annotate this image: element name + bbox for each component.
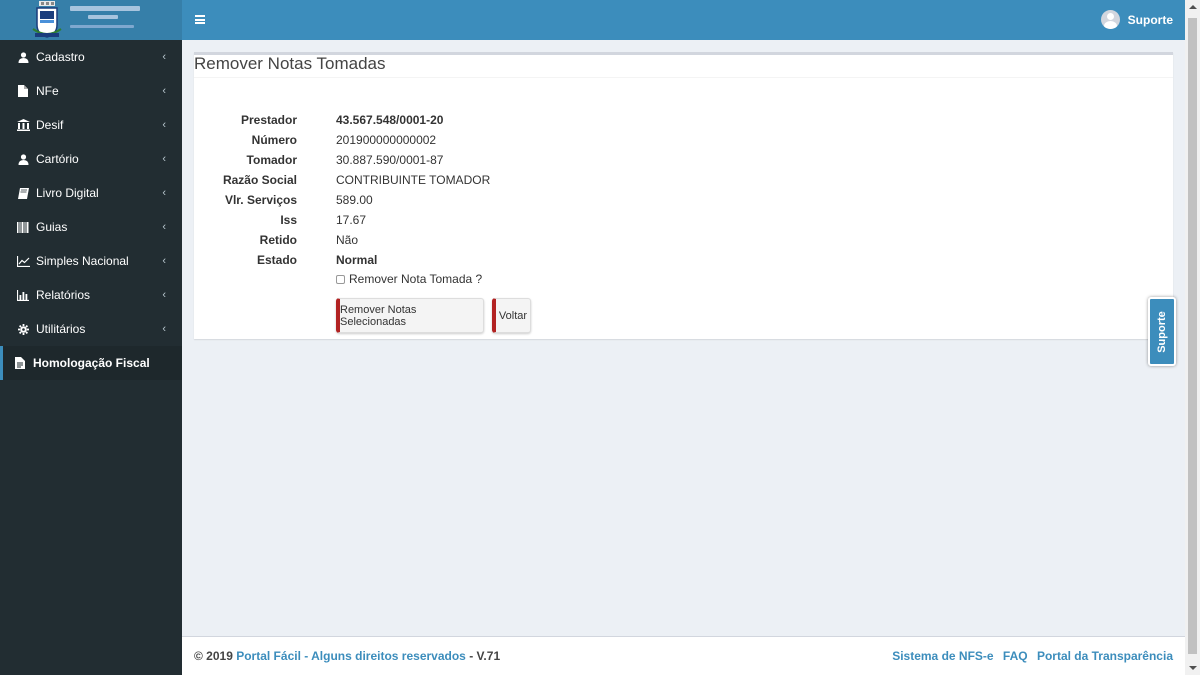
field-label: Número bbox=[251, 133, 297, 147]
field-value: 43.567.548/0001-20 bbox=[336, 113, 444, 127]
sidebar-menu: Cadastro ‹ NFe ‹ Desif ‹ Cartório ‹ Livr… bbox=[0, 40, 182, 380]
sidebar-item-relatorios[interactable]: Relatórios ‹ bbox=[0, 278, 182, 312]
gear-icon bbox=[16, 323, 30, 335]
chevron-left-icon: ‹ bbox=[162, 255, 166, 267]
scroll-thumb[interactable] bbox=[1188, 18, 1197, 654]
sidebar-item-utilitarios[interactable]: Utilitários ‹ bbox=[0, 312, 182, 346]
field-value: Normal bbox=[336, 253, 378, 267]
chevron-left-icon: ‹ bbox=[162, 221, 166, 233]
sidebar-item-label: Relatórios bbox=[36, 288, 91, 302]
support-tab-label: Suporte bbox=[1156, 310, 1168, 353]
field-label: Tomador bbox=[246, 153, 297, 167]
field-razao-social: Razão Social CONTRIBUINTE TOMADOR bbox=[194, 171, 794, 189]
scroll-down-icon[interactable] bbox=[1189, 666, 1197, 670]
footer-brand-link[interactable]: Portal Fácil - Alguns direitos reservado… bbox=[236, 649, 466, 663]
sidebar-item-nfe[interactable]: NFe ‹ bbox=[0, 74, 182, 108]
field-value: Não bbox=[336, 233, 359, 247]
content-box: Remover Notas Tomadas Prestador 43.567.5… bbox=[194, 52, 1173, 339]
field-estado: Estado Normal bbox=[194, 251, 794, 269]
field-value: 30.887.590/0001-87 bbox=[336, 153, 444, 167]
top-navbar: Suporte bbox=[182, 0, 1185, 40]
footer-link-faq[interactable]: FAQ bbox=[1003, 649, 1028, 663]
barcode-icon bbox=[16, 221, 30, 233]
user-icon bbox=[16, 51, 30, 63]
footer: © 2019 Portal Fácil - Alguns direitos re… bbox=[182, 636, 1185, 675]
sidebar-item-label: Guias bbox=[36, 220, 68, 234]
sidebar: Cadastro ‹ NFe ‹ Desif ‹ Cartório ‹ Livr… bbox=[0, 0, 182, 675]
sidebar-item-label: Livro Digital bbox=[36, 186, 99, 200]
city-crest-logo bbox=[32, 1, 62, 38]
logo-text bbox=[70, 6, 170, 28]
sidebar-item-desif[interactable]: Desif ‹ bbox=[0, 108, 182, 142]
sidebar-item-label: Cadastro bbox=[36, 50, 85, 64]
field-label: Vlr. Serviços bbox=[224, 193, 297, 207]
field-label: Estado bbox=[256, 253, 297, 267]
field-vlr-servicos: Vlr. Serviços 589.00 bbox=[194, 191, 794, 209]
user-menu[interactable]: Suporte bbox=[1100, 10, 1173, 29]
chevron-left-icon: ‹ bbox=[162, 323, 166, 335]
footer-link-sistema-nfse[interactable]: Sistema de NFS-e bbox=[892, 649, 993, 663]
field-value: 17.67 bbox=[336, 213, 367, 227]
chevron-left-icon: ‹ bbox=[162, 289, 166, 301]
sidebar-item-label: Homologação Fiscal bbox=[33, 356, 150, 370]
user-name: Suporte bbox=[1127, 12, 1173, 27]
remove-selected-button[interactable]: Remover Notas Selecionadas bbox=[336, 298, 484, 333]
vertical-scrollbar[interactable] bbox=[1185, 0, 1200, 675]
footer-version: V.71 bbox=[476, 649, 501, 663]
checkbox-label: Remover Nota Tomada ? bbox=[349, 272, 483, 286]
avatar bbox=[1100, 10, 1120, 29]
logo-area[interactable] bbox=[0, 0, 182, 40]
chevron-left-icon: ‹ bbox=[162, 153, 166, 165]
sidebar-toggle-icon[interactable] bbox=[195, 15, 205, 24]
sidebar-item-label: Utilitários bbox=[36, 322, 86, 336]
file-icon bbox=[16, 85, 30, 97]
line-chart-icon bbox=[16, 255, 30, 267]
field-retido: Retido Não bbox=[194, 231, 794, 249]
field-label: Retido bbox=[259, 233, 297, 247]
remove-nota-checkbox[interactable] bbox=[336, 274, 345, 284]
sidebar-item-livro-digital[interactable]: Livro Digital ‹ bbox=[0, 176, 182, 210]
footer-copyright: © 2019 Portal Fácil - Alguns direitos re… bbox=[194, 649, 501, 663]
field-label: Iss bbox=[280, 213, 297, 227]
back-button[interactable]: Voltar bbox=[492, 298, 531, 333]
field-prestador: Prestador 43.567.548/0001-20 bbox=[194, 111, 794, 129]
sidebar-item-label: Desif bbox=[36, 118, 64, 132]
field-iss: Iss 17.67 bbox=[194, 211, 794, 229]
support-side-tab[interactable]: Suporte bbox=[1148, 297, 1176, 366]
bar-chart-icon bbox=[16, 289, 30, 301]
field-label: Prestador bbox=[240, 113, 297, 127]
field-label: Razão Social bbox=[222, 173, 297, 187]
sidebar-item-label: NFe bbox=[36, 84, 59, 98]
book-icon bbox=[16, 187, 30, 199]
page-title: Remover Notas Tomadas bbox=[194, 55, 1173, 78]
chevron-left-icon: ‹ bbox=[162, 119, 166, 131]
sidebar-item-cadastro[interactable]: Cadastro ‹ bbox=[0, 40, 182, 74]
sidebar-item-label: Cartório bbox=[36, 152, 79, 166]
footer-links: Sistema de NFS-e FAQ Portal da Transparê… bbox=[886, 649, 1173, 663]
footer-link-portal-transparencia[interactable]: Portal da Transparência bbox=[1037, 649, 1173, 663]
file-text-icon bbox=[13, 357, 27, 369]
user-icon bbox=[16, 153, 30, 165]
field-value: 589.00 bbox=[336, 193, 373, 207]
remove-nota-checkbox-row[interactable]: Remover Nota Tomada ? bbox=[336, 272, 482, 286]
field-value: 201900000000002 bbox=[336, 133, 437, 147]
field-tomador: Tomador 30.887.590/0001-87 bbox=[194, 151, 794, 169]
chevron-left-icon: ‹ bbox=[162, 51, 166, 63]
scroll-up-icon[interactable] bbox=[1189, 5, 1197, 9]
bank-icon bbox=[16, 119, 30, 131]
sidebar-item-cartorio[interactable]: Cartório ‹ bbox=[0, 142, 182, 176]
chevron-left-icon: ‹ bbox=[162, 85, 166, 97]
field-numero: Número 201900000000002 bbox=[194, 131, 794, 149]
sidebar-item-simples-nacional[interactable]: Simples Nacional ‹ bbox=[0, 244, 182, 278]
sidebar-item-homologacao-fiscal[interactable]: Homologação Fiscal bbox=[0, 346, 182, 380]
field-value: CONTRIBUINTE TOMADOR bbox=[336, 173, 491, 187]
sidebar-item-guias[interactable]: Guias ‹ bbox=[0, 210, 182, 244]
sidebar-item-label: Simples Nacional bbox=[36, 254, 129, 268]
chevron-left-icon: ‹ bbox=[162, 187, 166, 199]
